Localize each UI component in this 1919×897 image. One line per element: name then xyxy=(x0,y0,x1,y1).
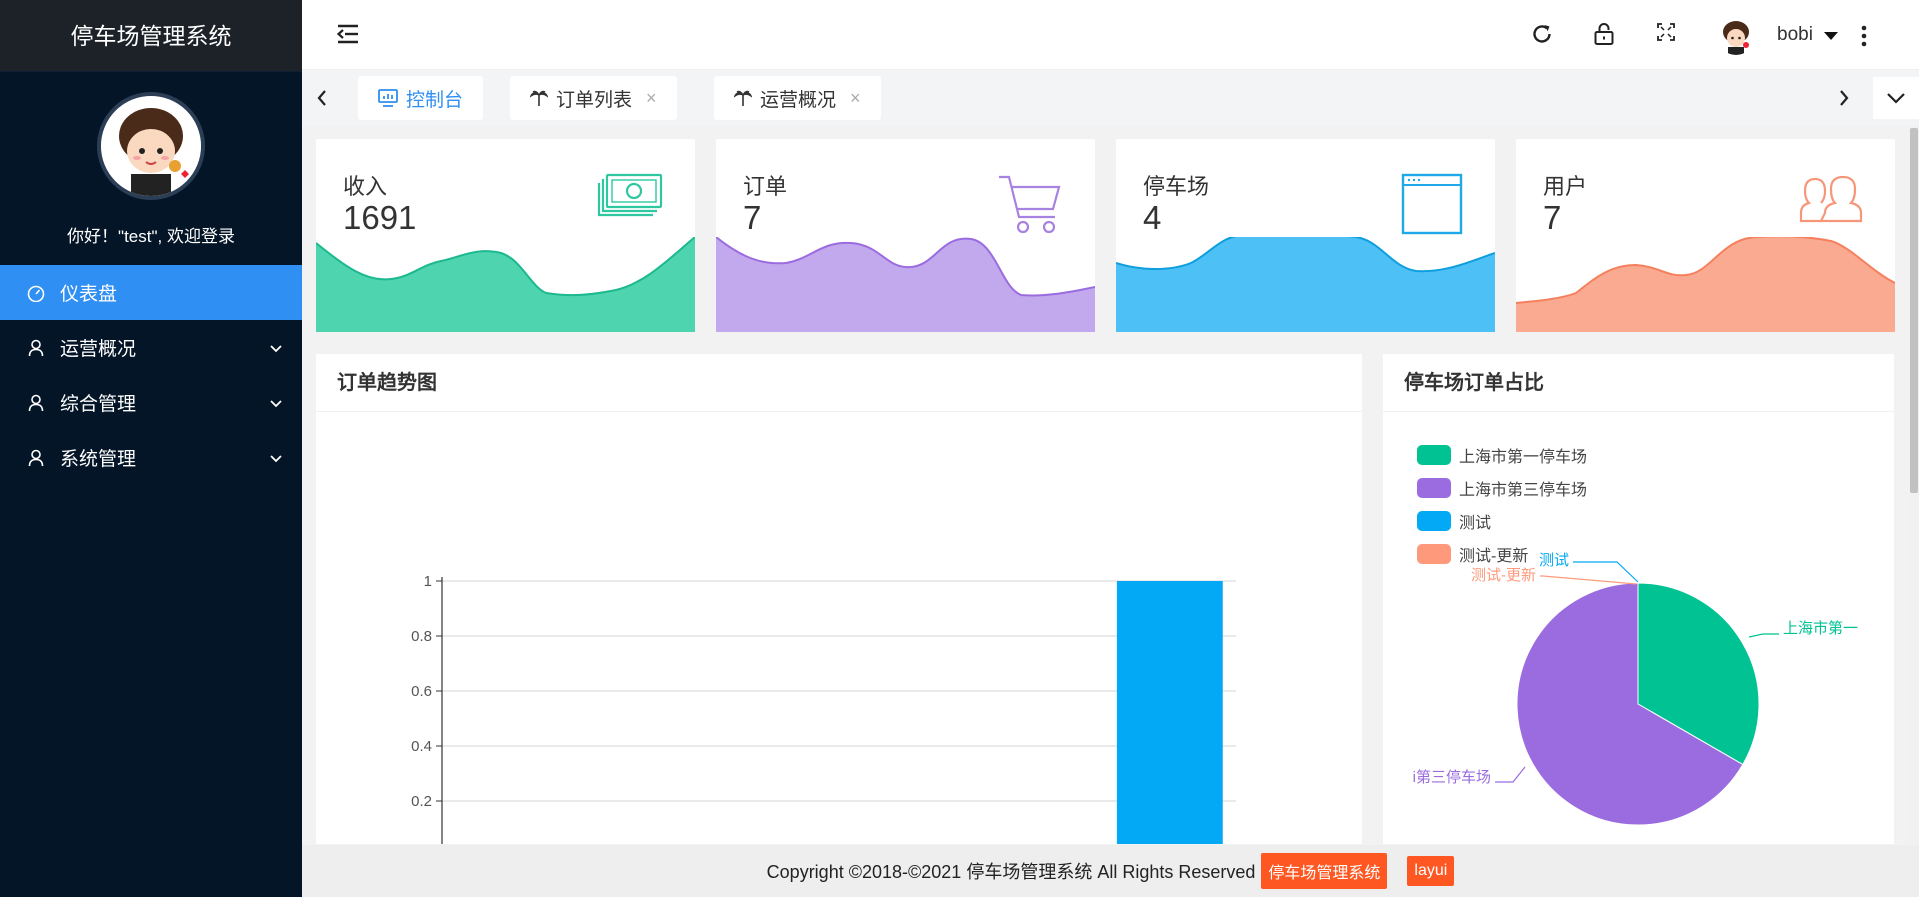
pie-label-line xyxy=(1495,766,1526,783)
y-tick-label: 0.2 xyxy=(411,793,432,810)
tab-scroll-right-icon[interactable] xyxy=(1824,70,1864,126)
stat-value: 7 xyxy=(743,199,762,236)
order-trend-chart: 00.20.40.60.812021-06-212021-06-222021-0… xyxy=(411,573,1236,844)
copyright-text: Copyright ©2018-©2021 停车场管理系统 All Rights… xyxy=(766,862,1256,882)
tab-console[interactable]: 控制台 xyxy=(358,76,484,120)
sidebar-item-system[interactable]: 系统管理 xyxy=(0,430,302,485)
sidebar-item-operations[interactable]: 运营概况 xyxy=(0,320,302,375)
y-tick-label: 0.4 xyxy=(411,738,432,755)
lot-share-pie-chart: 上海市第一 i第三停车场 测试测试-更新 xyxy=(1413,552,1858,826)
order-trend-panel: 订单趋势图 00.20.40.60.812021-06-212021-06-22… xyxy=(316,354,1362,844)
stat-label: 收入 xyxy=(343,174,388,199)
tab-order-list[interactable]: 订单列表 × xyxy=(510,76,677,120)
footer-badge-layui[interactable]: layui xyxy=(1407,856,1455,886)
tab-label: 订单列表 xyxy=(556,89,633,111)
sidebar-item-label: 系统管理 xyxy=(60,449,137,470)
bar[interactable] xyxy=(1116,581,1223,844)
user-icon xyxy=(26,338,46,358)
caret-down-icon[interactable] xyxy=(1823,28,1839,46)
lot-share-panel: 停车场订单占比 上海市第一停车场 上海市第三停车场 测试 测试-更新 上海市第一… xyxy=(1383,354,1894,844)
pie-label-line xyxy=(1748,633,1779,638)
sidebar-item-dashboard[interactable]: 仪表盘 xyxy=(0,265,302,320)
stat-value: 1691 xyxy=(343,199,417,236)
avatar-image xyxy=(101,96,201,196)
cart-icon xyxy=(997,173,1063,242)
stat-card-parking-lots[interactable]: 停车场 4 xyxy=(1116,139,1495,332)
header-avatar[interactable] xyxy=(1717,17,1755,55)
menu-fold-icon[interactable] xyxy=(336,22,360,51)
palm-icon xyxy=(530,89,548,107)
palm-icon xyxy=(734,89,752,107)
pie-label-line xyxy=(1540,575,1637,585)
chevron-down-icon xyxy=(268,395,284,417)
tab-bar: 控制台 订单列表 × 运营概况 × xyxy=(302,70,1919,126)
money-icon xyxy=(597,173,663,226)
sidebar: 停车场管理系统 你好！"test", 欢迎登录 仪表盘 运营概况 综合管理 系统… xyxy=(0,0,302,897)
close-icon[interactable]: × xyxy=(646,88,657,109)
user-icon xyxy=(26,393,46,413)
chevron-down-icon xyxy=(268,450,284,472)
tab-dropdown-icon[interactable] xyxy=(1873,77,1919,119)
stat-label: 订单 xyxy=(743,174,788,199)
username-label[interactable]: bobi xyxy=(1777,24,1813,46)
stat-label: 停车场 xyxy=(1143,174,1210,199)
stat-label: 用户 xyxy=(1543,174,1588,199)
tab-operations[interactable]: 运营概况 × xyxy=(714,76,881,120)
tab-label: 运营概况 xyxy=(760,89,837,111)
income-wave-chart xyxy=(316,237,695,332)
users-icon xyxy=(1799,173,1863,230)
close-icon[interactable]: × xyxy=(850,88,861,109)
y-tick-label: 0.6 xyxy=(411,683,432,700)
footer-badge-system[interactable]: 停车场管理系统 xyxy=(1261,853,1388,889)
stat-card-income[interactable]: 收入 1691 xyxy=(316,139,695,332)
sidebar-item-label: 综合管理 xyxy=(60,394,137,415)
console-icon xyxy=(378,89,398,107)
user-icon xyxy=(26,448,46,468)
top-header: bobi xyxy=(302,0,1919,70)
tab-label: 控制台 xyxy=(406,89,464,111)
user-area: 你好！"test", 欢迎登录 xyxy=(0,72,302,265)
refresh-icon[interactable] xyxy=(1530,22,1554,51)
avatar[interactable] xyxy=(97,92,205,200)
y-tick-label: 0.8 xyxy=(411,628,432,645)
sidebar-item-label: 仪表盘 xyxy=(60,284,118,305)
welcome-text: 你好！"test", 欢迎登录 xyxy=(67,227,235,246)
sidebar-item-label: 运营概况 xyxy=(60,339,137,360)
pie-label: 上海市第一 xyxy=(1783,619,1858,637)
pie-label: i第三停车场 xyxy=(1413,768,1491,786)
orders-wave-chart xyxy=(716,237,1095,332)
pie-label: 测试-更新 xyxy=(1471,567,1536,584)
stat-value: 4 xyxy=(1143,199,1162,236)
panel-title: 订单趋势图 xyxy=(316,354,1362,412)
y-tick-label: 1 xyxy=(424,573,432,590)
parking-lots-wave-chart xyxy=(1116,237,1495,332)
scrollbar-thumb[interactable] xyxy=(1910,128,1918,493)
more-vertical-icon[interactable] xyxy=(1860,24,1868,53)
app-title: 停车场管理系统 xyxy=(0,0,302,72)
pie-label: 测试 xyxy=(1539,552,1569,569)
window-icon xyxy=(1401,173,1463,240)
fullscreen-icon[interactable] xyxy=(1656,22,1676,47)
chevron-down-icon xyxy=(268,340,284,362)
stat-card-orders[interactable]: 订单 7 xyxy=(716,139,1095,332)
tab-scroll-left-icon[interactable] xyxy=(302,70,342,126)
footer: Copyright ©2018-©2021 停车场管理系统 All Rights… xyxy=(302,845,1919,897)
stat-card-users[interactable]: 用户 7 xyxy=(1516,139,1895,332)
dashboard-icon xyxy=(26,283,46,303)
lock-icon[interactable] xyxy=(1593,22,1615,51)
stat-value: 7 xyxy=(1543,199,1562,236)
sidebar-item-general[interactable]: 综合管理 xyxy=(0,375,302,430)
users-wave-chart xyxy=(1516,237,1895,332)
